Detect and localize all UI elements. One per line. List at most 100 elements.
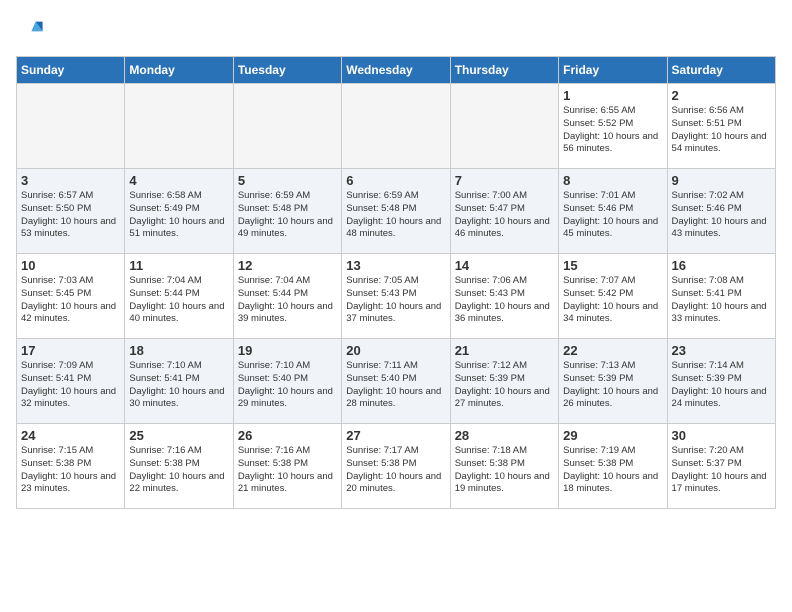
- day-info: Sunrise: 7:01 AMSunset: 5:46 PMDaylight:…: [563, 190, 662, 241]
- sunrise-label: Sunrise: 7:10 AM: [129, 360, 201, 371]
- day-info: Sunrise: 7:15 AMSunset: 5:38 PMDaylight:…: [21, 445, 120, 496]
- calendar-cell: 25 Sunrise: 7:16 AMSunset: 5:38 PMDayligh…: [125, 424, 233, 509]
- daylight-label: Daylight: 10 hours and 34 minutes.: [563, 301, 658, 325]
- day-number: 16: [672, 258, 771, 273]
- day-info: Sunrise: 7:02 AMSunset: 5:46 PMDaylight:…: [672, 190, 771, 241]
- sunrise-label: Sunrise: 7:02 AM: [672, 190, 744, 201]
- sunrise-label: Sunrise: 6:59 AM: [238, 190, 310, 201]
- calendar-week-row: 17Sunrise: 7:09 AMSunset: 5:41 PMDayligh…: [17, 339, 776, 424]
- day-info: Sunrise: 7:07 AM Sunset: 5:42 PM Daylight:…: [563, 275, 662, 326]
- sunset-label: Sunset: 5:39 PM: [455, 373, 525, 384]
- sunset-label: Sunset: 5:42 PM: [563, 288, 633, 299]
- sunset-label: Sunset: 5:41 PM: [672, 288, 742, 299]
- day-number: 7: [455, 173, 554, 188]
- daylight-label: Daylight: 10 hours and 53 minutes.: [21, 216, 116, 240]
- day-info: Sunrise: 7:13 AMSunset: 5:39 PMDaylight:…: [563, 360, 662, 411]
- page-header: [16, 16, 776, 44]
- day-number: 13: [346, 258, 445, 273]
- sunrise-label: Sunrise: 7:03 AM: [21, 275, 93, 286]
- day-number: 9: [672, 173, 771, 188]
- day-number: 27: [346, 428, 445, 443]
- sunrise-label: Sunrise: 6:58 AM: [129, 190, 201, 201]
- sunrise-label: Sunrise: 7:14 AM: [672, 360, 744, 371]
- calendar-table: SundayMondayTuesdayWednesdayThursdayFrid…: [16, 56, 776, 509]
- day-info: Sunrise: 7:10 AMSunset: 5:40 PMDaylight:…: [238, 360, 337, 411]
- day-number: 22: [563, 343, 662, 358]
- sunrise-label: Sunrise: 7:10 AM: [238, 360, 310, 371]
- day-info: Sunrise: 7:05 AMSunset: 5:43 PMDaylight:…: [346, 275, 445, 326]
- sunset-label: Sunset: 5:38 PM: [455, 458, 525, 469]
- sunrise-label: Sunrise: 7:17 AM: [346, 445, 418, 456]
- weekday-header-row: SundayMondayTuesdayWednesdayThursdayFrid…: [17, 57, 776, 84]
- day-number: 11: [129, 258, 228, 273]
- day-info: Sunrise: 7:10 AMSunset: 5:41 PMDaylight:…: [129, 360, 228, 411]
- calendar-week-row: 1Sunrise: 6:55 AMSunset: 5:52 PMDaylight…: [17, 84, 776, 169]
- daylight-label: Daylight: 10 hours and 24 minutes.: [672, 386, 767, 410]
- calendar-cell: 2Sunrise: 6:56 AMSunset: 5:51 PMDaylight…: [667, 84, 775, 169]
- day-info: Sunrise: 7:16 AMSunset: 5:38 PMDaylight:…: [129, 445, 228, 496]
- day-number: 26: [238, 428, 337, 443]
- sunset-label: Sunset: 5:38 PM: [238, 458, 308, 469]
- sunset-label: Sunset: 5:38 PM: [129, 458, 199, 469]
- day-number: 25: [129, 428, 228, 443]
- sunrise-label: Sunrise: 7:11 AM: [346, 360, 418, 371]
- sunrise-label: Sunrise: 6:56 AM: [672, 105, 744, 116]
- sunset-label: Sunset: 5:47 PM: [455, 203, 525, 214]
- calendar-cell: 11 Sunrise: 7:04 AMSunset: 5:44 PMDayligh…: [125, 254, 233, 339]
- day-info: Sunrise: 7:16 AMSunset: 5:38 PMDaylight:…: [238, 445, 337, 496]
- sunrise-label: Sunrise: 6:55 AM: [563, 105, 635, 116]
- day-info: Sunrise: 7:04 AMSunset: 5:44 PMDaylight:…: [129, 275, 228, 326]
- weekday-header-thursday: Thursday: [450, 57, 558, 84]
- sunrise-label: Sunrise: 7:19 AM: [563, 445, 635, 456]
- day-info: Sunrise: 7:04 AMSunset: 5:44 PMDaylight:…: [238, 275, 337, 326]
- calendar-cell: [342, 84, 450, 169]
- sunset-label: Sunset: 5:43 PM: [346, 288, 416, 299]
- sunset-label: Sunset: 5:43 PM: [455, 288, 525, 299]
- daylight-label: Daylight: 10 hours and 20 minutes.: [346, 471, 441, 495]
- day-number: 6: [346, 173, 445, 188]
- sunrise-label: Sunrise: 7:08 AM: [672, 275, 744, 286]
- daylight-label: Daylight: 10 hours and 46 minutes.: [455, 216, 550, 240]
- daylight-label: Daylight: 10 hours and 17 minutes.: [672, 471, 767, 495]
- daylight-label: Daylight: 10 hours and 28 minutes.: [346, 386, 441, 410]
- day-info: Sunrise: 7:03 AMSunset: 5:45 PMDaylight:…: [21, 275, 120, 326]
- day-number: 18: [129, 343, 228, 358]
- day-number: 19: [238, 343, 337, 358]
- weekday-header-monday: Monday: [125, 57, 233, 84]
- calendar-cell: [233, 84, 341, 169]
- sunrise-label: Sunrise: 7:09 AM: [21, 360, 93, 371]
- daylight-label: Daylight: 10 hours and 22 minutes.: [129, 471, 224, 495]
- day-info: Sunrise: 7:18 AMSunset: 5:38 PMDaylight:…: [455, 445, 554, 496]
- day-number: 1: [563, 88, 662, 103]
- daylight-label: Daylight: 10 hours and 37 minutes.: [346, 301, 441, 325]
- calendar-cell: 14Sunrise: 7:06 AMSunset: 5:43 PMDayligh…: [450, 254, 558, 339]
- sunrise-label: Sunrise: 7:16 AM: [238, 445, 310, 456]
- sunset-label: Sunset: 5:39 PM: [672, 373, 742, 384]
- calendar-cell: 6Sunrise: 6:59 AMSunset: 5:48 PMDaylight…: [342, 169, 450, 254]
- calendar-cell: [125, 84, 233, 169]
- daylight-label: Daylight: 10 hours and 29 minutes.: [238, 386, 333, 410]
- daylight-label: Daylight: 10 hours and 39 minutes.: [238, 301, 333, 325]
- calendar-cell: 4Sunrise: 6:58 AMSunset: 5:49 PMDaylight…: [125, 169, 233, 254]
- day-number: 3: [21, 173, 120, 188]
- day-info: Sunrise: 7:12 AMSunset: 5:39 PMDaylight:…: [455, 360, 554, 411]
- sunset-label: Sunset: 5:40 PM: [346, 373, 416, 384]
- sunrise-label: Sunrise: 7:04 AM: [129, 275, 201, 286]
- day-number: 5: [238, 173, 337, 188]
- logo-icon: [16, 16, 44, 44]
- daylight-label: Daylight: 10 hours and 40 minutes.: [129, 301, 224, 325]
- sunset-label: Sunset: 5:38 PM: [563, 458, 633, 469]
- calendar-cell: 3Sunrise: 6:57 AMSunset: 5:50 PMDaylight…: [17, 169, 125, 254]
- sunrise-label: Sunrise: 7:07 AM: [563, 275, 635, 286]
- sunrise-label: Sunrise: 7:12 AM: [455, 360, 527, 371]
- day-info: Sunrise: 7:11 AM Sunset: 5:40 PM Daylight:…: [346, 360, 445, 411]
- day-number: 10: [21, 258, 120, 273]
- daylight-label: Daylight: 10 hours and 43 minutes.: [672, 216, 767, 240]
- calendar-cell: 28Sunrise: 7:18 AMSunset: 5:38 PMDayligh…: [450, 424, 558, 509]
- day-info: Sunrise: 7:00 AMSunset: 5:47 PMDaylight:…: [455, 190, 554, 241]
- sunrise-label: Sunrise: 6:59 AM: [346, 190, 418, 201]
- weekday-header-wednesday: Wednesday: [342, 57, 450, 84]
- daylight-label: Daylight: 10 hours and 33 minutes.: [672, 301, 767, 325]
- day-number: 23: [672, 343, 771, 358]
- weekday-header-friday: Friday: [559, 57, 667, 84]
